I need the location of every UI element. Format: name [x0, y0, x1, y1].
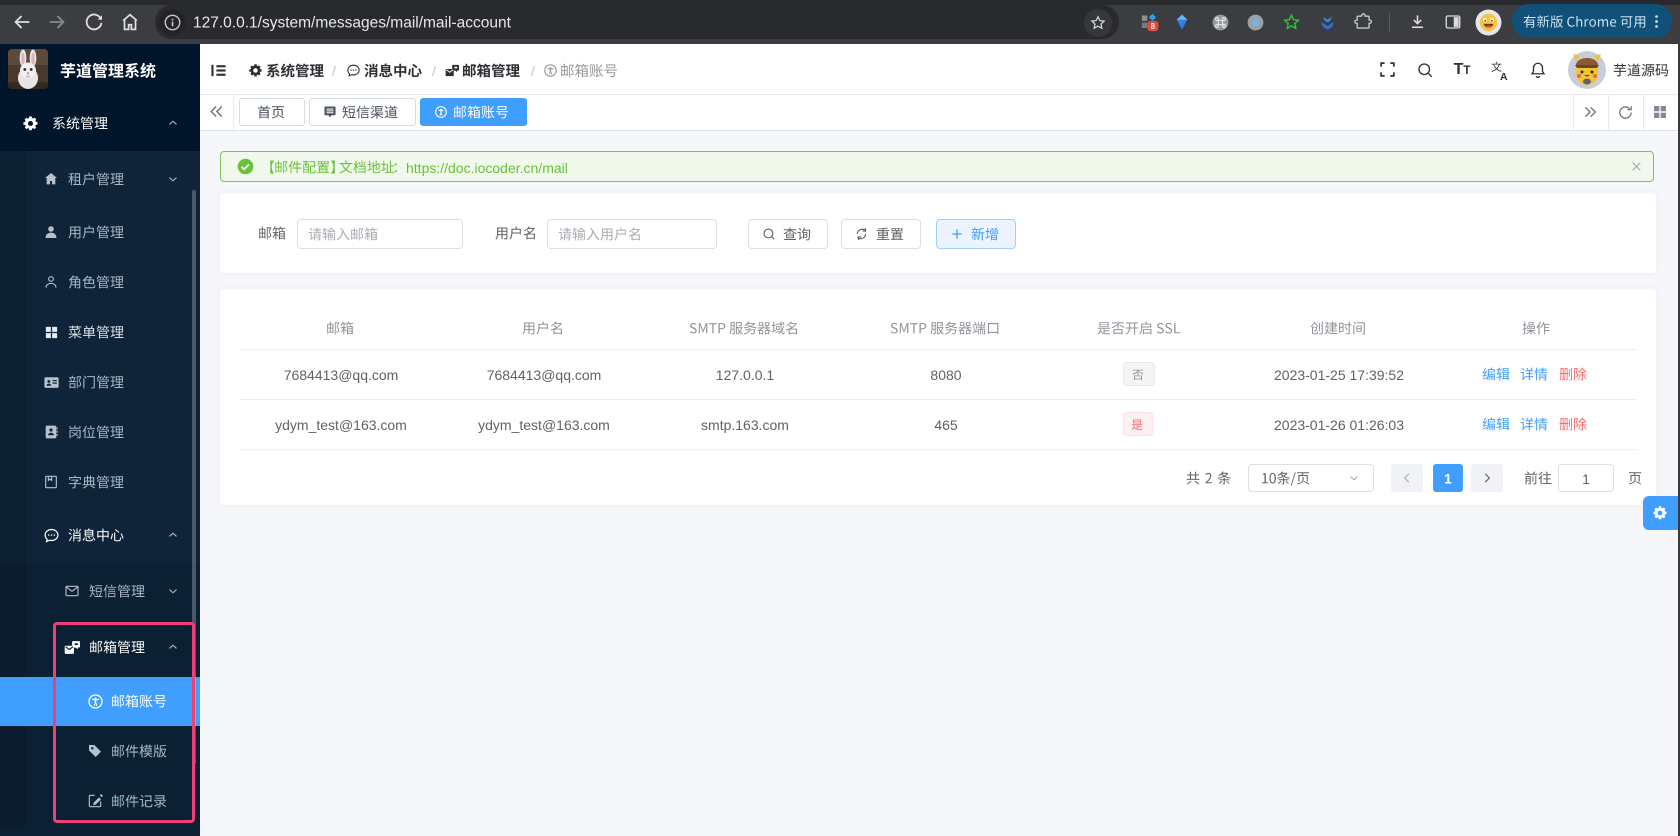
svg-text:8: 8 [1151, 22, 1156, 31]
